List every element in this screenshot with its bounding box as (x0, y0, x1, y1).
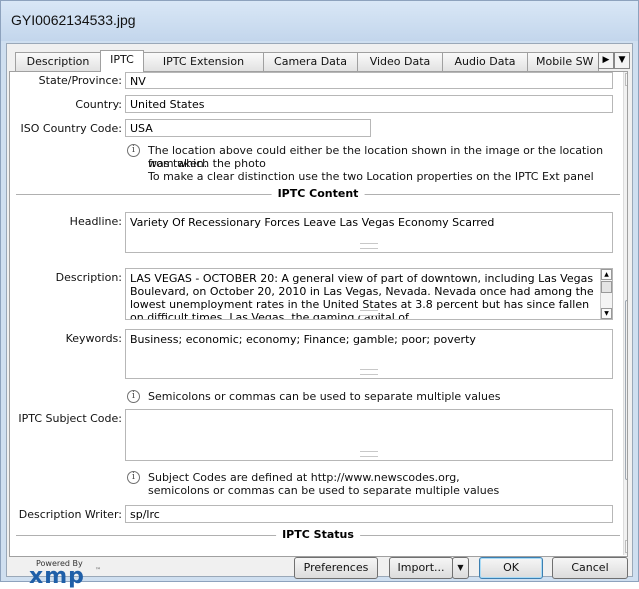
description-scrollbar[interactable]: ▲ ▼ (600, 269, 612, 319)
dialog-body: Description IPTC IPTC Extension Camera D… (6, 43, 633, 589)
iso-country-code-label: ISO Country Code: (20, 122, 122, 135)
country-input[interactable]: United States (125, 95, 613, 113)
dialog-window: GYI0062134533.jpg Description IPTC IPTC … (0, 0, 639, 589)
state-input[interactable]: NV (125, 72, 613, 89)
description-input[interactable]: LAS VEGAS - OCTOBER 20: A general view o… (125, 268, 613, 320)
resize-grip[interactable] (360, 451, 378, 457)
headline-text: Variety Of Recessionary Forces Leave Las… (130, 216, 495, 229)
subject-code-label: IPTC Subject Code: (18, 412, 122, 425)
description-writer-label: Description Writer: (18, 508, 122, 521)
cancel-button[interactable]: Cancel (552, 557, 628, 579)
info-icon: i (127, 471, 140, 484)
tab-iptc[interactable]: IPTC (100, 50, 144, 72)
resize-grip[interactable] (360, 369, 378, 375)
resize-grip[interactable] (360, 310, 378, 316)
trademark-mark: ™ (95, 567, 101, 574)
arrow-right-icon[interactable]: ▶ (598, 52, 614, 69)
arrow-up-icon[interactable]: ▲ (601, 269, 612, 280)
description-label: Description: (55, 271, 122, 284)
info-icon: i (127, 390, 140, 403)
panel-scrollbar[interactable]: ▲ ▼ (623, 72, 627, 555)
tab-iptc-extension[interactable]: IPTC Extension (143, 52, 264, 71)
resize-grip[interactable] (360, 243, 378, 249)
xmp-logo: xmp (29, 564, 85, 589)
chevron-down-icon[interactable]: ▼ (452, 557, 469, 579)
description-writer-input[interactable]: sp/lrc (125, 505, 613, 523)
title-bar[interactable]: GYI0062134533.jpg (1, 1, 638, 41)
iptc-content-title: IPTC Content (271, 187, 365, 200)
preferences-button[interactable]: Preferences (294, 557, 378, 579)
arrow-down-icon[interactable]: ▼ (601, 308, 612, 319)
arrow-up-icon[interactable]: ▲ (625, 73, 627, 86)
location-note-line2: was taken. (148, 157, 208, 170)
subject-code-note-line2: semicolons or commas can be used to sepa… (148, 484, 500, 497)
headline-input[interactable]: Variety Of Recessionary Forces Leave Las… (125, 212, 613, 253)
subject-code-input[interactable] (125, 409, 613, 461)
subject-code-note-line1: Subject Codes are defined at http://www.… (148, 471, 460, 484)
dialog-footer: Powered By xmp ™ Preferences Import... ▼… (7, 557, 632, 589)
headline-label: Headline: (69, 215, 122, 228)
tab-video-data[interactable]: Video Data (357, 52, 443, 71)
keywords-text: Business; economic; economy; Finance; ga… (130, 333, 476, 346)
state-label: State/Province: (38, 74, 122, 87)
tab-description[interactable]: Description (15, 52, 101, 71)
tab-bar: Description IPTC IPTC Extension Camera D… (9, 50, 630, 72)
scroll-thumb[interactable] (601, 281, 612, 293)
chevron-down-icon[interactable]: ▼ (614, 52, 630, 69)
iptc-status-section: IPTC Status (16, 528, 620, 542)
iptc-status-title: IPTC Status (276, 528, 360, 541)
tab-camera-data[interactable]: Camera Data (263, 52, 358, 71)
window-title: GYI0062134533.jpg (11, 12, 136, 28)
iptc-panel: State/Province: NV Country: United State… (9, 71, 628, 557)
keywords-note: Semicolons or commas can be used to sepa… (148, 390, 501, 403)
iso-country-code-input[interactable]: USA (125, 119, 371, 137)
scroll-thumb[interactable] (625, 300, 627, 480)
ok-button[interactable]: OK (479, 557, 543, 579)
location-note-line1: The location above could either be the l… (148, 144, 604, 170)
location-note-line3: To make a clear distinction use the two … (148, 170, 594, 183)
info-icon: i (127, 144, 140, 157)
tab-mobile-sw[interactable]: Mobile SW (527, 52, 599, 71)
country-label: Country: (75, 98, 122, 111)
tab-audio-data[interactable]: Audio Data (442, 52, 528, 71)
keywords-label: Keywords: (65, 332, 122, 345)
keywords-input[interactable]: Business; economic; economy; Finance; ga… (125, 329, 613, 379)
import-button[interactable]: Import... (389, 557, 453, 579)
iptc-content-section: IPTC Content (16, 187, 620, 201)
arrow-down-icon[interactable]: ▼ (625, 540, 627, 553)
